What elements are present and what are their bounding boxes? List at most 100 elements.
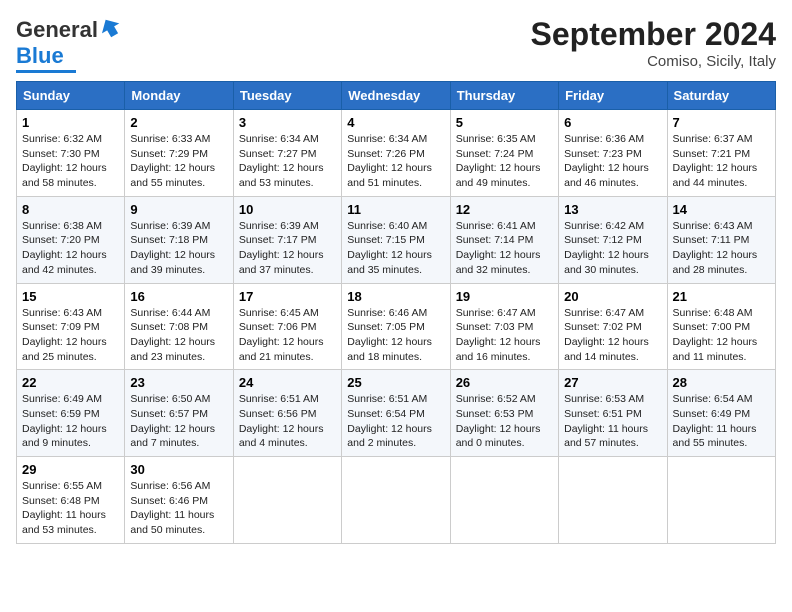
col-header-tuesday: Tuesday [233, 82, 341, 110]
day-info: Sunrise: 6:43 AMSunset: 7:11 PMDaylight:… [673, 219, 770, 278]
day-number: 9 [130, 202, 227, 217]
calendar-cell: 6 Sunrise: 6:36 AMSunset: 7:23 PMDaylight… [559, 110, 667, 197]
calendar-cell [342, 457, 450, 544]
day-number: 8 [22, 202, 119, 217]
calendar-cell: 5Sunrise: 6:35 AMSunset: 7:24 PMDaylight… [450, 110, 558, 197]
day-number: 19 [456, 289, 553, 304]
day-info: Sunrise: 6:41 AMSunset: 7:14 PMDaylight:… [456, 219, 553, 278]
calendar-cell: 8 Sunrise: 6:38 AMSunset: 7:20 PMDaylight… [17, 196, 125, 283]
day-info: Sunrise: 6:34 AMSunset: 7:27 PMDaylight:… [239, 132, 336, 191]
calendar-cell: 22 Sunrise: 6:49 AMSunset: 6:59 PMDayligh… [17, 370, 125, 457]
day-number: 1 [22, 115, 119, 130]
day-number: 29 [22, 462, 119, 477]
day-info: Sunrise: 6:44 AMSunset: 7:08 PMDaylight:… [130, 306, 227, 365]
calendar-cell: 2 Sunrise: 6:33 AMSunset: 7:29 PMDaylight… [125, 110, 233, 197]
calendar-cell: 20 Sunrise: 6:47 AMSunset: 7:02 PMDayligh… [559, 283, 667, 370]
day-info: Sunrise: 6:53 AMSunset: 6:51 PMDaylight:… [564, 392, 661, 451]
calendar-cell: 30Sunrise: 6:56 AMSunset: 6:46 PMDayligh… [125, 457, 233, 544]
day-number: 6 [564, 115, 661, 130]
calendar-cell: 3 Sunrise: 6:34 AMSunset: 7:27 PMDaylight… [233, 110, 341, 197]
calendar-cell [450, 457, 558, 544]
location: Comiso, Sicily, Italy [531, 53, 776, 70]
day-number: 18 [347, 289, 444, 304]
day-info: Sunrise: 6:33 AMSunset: 7:29 PMDaylight:… [130, 132, 227, 191]
day-number: 16 [130, 289, 227, 304]
day-number: 20 [564, 289, 661, 304]
col-header-thursday: Thursday [450, 82, 558, 110]
calendar-cell: 9 Sunrise: 6:39 AMSunset: 7:18 PMDaylight… [125, 196, 233, 283]
day-number: 14 [673, 202, 770, 217]
day-number: 5 [456, 115, 553, 130]
calendar-cell: 16 Sunrise: 6:44 AMSunset: 7:08 PMDayligh… [125, 283, 233, 370]
month-title: September 2024 [531, 16, 776, 53]
day-number: 25 [347, 375, 444, 390]
calendar-cell: 25 Sunrise: 6:51 AMSunset: 6:54 PMDayligh… [342, 370, 450, 457]
col-header-sunday: Sunday [17, 82, 125, 110]
calendar-cell: 13 Sunrise: 6:42 AMSunset: 7:12 PMDayligh… [559, 196, 667, 283]
col-header-monday: Monday [125, 82, 233, 110]
day-number: 27 [564, 375, 661, 390]
day-info: Sunrise: 6:42 AMSunset: 7:12 PMDaylight:… [564, 219, 661, 278]
day-info: Sunrise: 6:32 AMSunset: 7:30 PMDaylight:… [22, 132, 119, 191]
logo-underline [16, 70, 76, 73]
day-info: Sunrise: 6:47 AMSunset: 7:03 PMDaylight:… [456, 306, 553, 365]
calendar-cell: 1 Sunrise: 6:32 AMSunset: 7:30 PMDaylight… [17, 110, 125, 197]
day-number: 4 [347, 115, 444, 130]
title-block: September 2024 Comiso, Sicily, Italy [531, 16, 776, 70]
calendar-cell: 10 Sunrise: 6:39 AMSunset: 7:17 PMDayligh… [233, 196, 341, 283]
calendar-cell: 15Sunrise: 6:43 AMSunset: 7:09 PMDayligh… [17, 283, 125, 370]
day-info: Sunrise: 6:45 AMSunset: 7:06 PMDaylight:… [239, 306, 336, 365]
calendar-cell: 19 Sunrise: 6:47 AMSunset: 7:03 PMDayligh… [450, 283, 558, 370]
logo-arrow-icon [100, 16, 122, 38]
day-number: 2 [130, 115, 227, 130]
calendar-cell: 26Sunrise: 6:52 AMSunset: 6:53 PMDayligh… [450, 370, 558, 457]
logo-blue: Blue [16, 43, 64, 69]
day-info: Sunrise: 6:51 AMSunset: 6:54 PMDaylight:… [347, 392, 444, 451]
day-info: Sunrise: 6:43 AMSunset: 7:09 PMDaylight:… [22, 306, 119, 365]
logo-general: General [16, 17, 98, 43]
calendar-cell: 7 Sunrise: 6:37 AMSunset: 7:21 PMDaylight… [667, 110, 775, 197]
day-number: 23 [130, 375, 227, 390]
calendar-cell: 4 Sunrise: 6:34 AMSunset: 7:26 PMDaylight… [342, 110, 450, 197]
col-header-friday: Friday [559, 82, 667, 110]
day-info: Sunrise: 6:48 AMSunset: 7:00 PMDaylight:… [673, 306, 770, 365]
calendar-cell: 18Sunrise: 6:46 AMSunset: 7:05 PMDayligh… [342, 283, 450, 370]
calendar-cell [667, 457, 775, 544]
day-info: Sunrise: 6:47 AMSunset: 7:02 PMDaylight:… [564, 306, 661, 365]
day-info: Sunrise: 6:38 AMSunset: 7:20 PMDaylight:… [22, 219, 119, 278]
day-number: 17 [239, 289, 336, 304]
day-number: 21 [673, 289, 770, 304]
calendar-cell: 28Sunrise: 6:54 AMSunset: 6:49 PMDayligh… [667, 370, 775, 457]
day-number: 11 [347, 202, 444, 217]
day-number: 7 [673, 115, 770, 130]
calendar-cell [233, 457, 341, 544]
page-header: General Blue September 2024 Comiso, Sici… [16, 16, 776, 73]
day-info: Sunrise: 6:39 AMSunset: 7:17 PMDaylight:… [239, 219, 336, 278]
day-number: 28 [673, 375, 770, 390]
calendar-cell: 12 Sunrise: 6:41 AMSunset: 7:14 PMDayligh… [450, 196, 558, 283]
day-info: Sunrise: 6:52 AMSunset: 6:53 PMDaylight:… [456, 392, 553, 451]
day-number: 13 [564, 202, 661, 217]
col-header-wednesday: Wednesday [342, 82, 450, 110]
calendar-cell: 29Sunrise: 6:55 AMSunset: 6:48 PMDayligh… [17, 457, 125, 544]
calendar-cell: 11 Sunrise: 6:40 AMSunset: 7:15 PMDayligh… [342, 196, 450, 283]
calendar-cell: 24Sunrise: 6:51 AMSunset: 6:56 PMDayligh… [233, 370, 341, 457]
day-number: 10 [239, 202, 336, 217]
day-info: Sunrise: 6:37 AMSunset: 7:21 PMDaylight:… [673, 132, 770, 191]
calendar-cell: 23Sunrise: 6:50 AMSunset: 6:57 PMDayligh… [125, 370, 233, 457]
day-number: 22 [22, 375, 119, 390]
day-number: 12 [456, 202, 553, 217]
calendar-cell: 21 Sunrise: 6:48 AMSunset: 7:00 PMDayligh… [667, 283, 775, 370]
day-info: Sunrise: 6:34 AMSunset: 7:26 PMDaylight:… [347, 132, 444, 191]
day-info: Sunrise: 6:39 AMSunset: 7:18 PMDaylight:… [130, 219, 227, 278]
day-number: 30 [130, 462, 227, 477]
logo: General Blue [16, 16, 122, 73]
calendar-table: SundayMondayTuesdayWednesdayThursdayFrid… [16, 81, 776, 544]
col-header-saturday: Saturday [667, 82, 775, 110]
calendar-cell: 14 Sunrise: 6:43 AMSunset: 7:11 PMDayligh… [667, 196, 775, 283]
day-info: Sunrise: 6:40 AMSunset: 7:15 PMDaylight:… [347, 219, 444, 278]
day-number: 3 [239, 115, 336, 130]
day-info: Sunrise: 6:36 AMSunset: 7:23 PMDaylight:… [564, 132, 661, 191]
calendar-cell: 17 Sunrise: 6:45 AMSunset: 7:06 PMDayligh… [233, 283, 341, 370]
day-info: Sunrise: 6:49 AMSunset: 6:59 PMDaylight:… [22, 392, 119, 451]
